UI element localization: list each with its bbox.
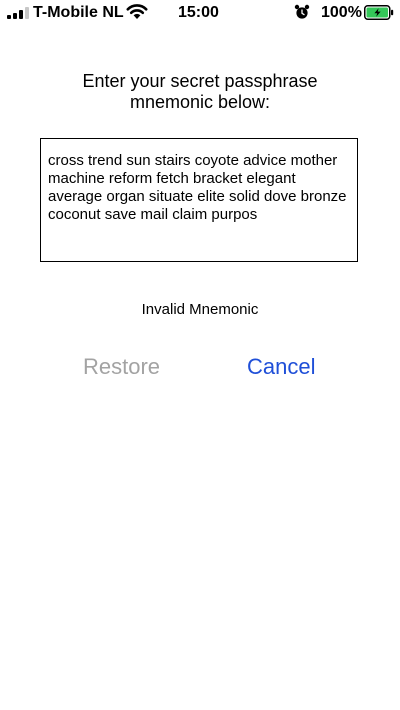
clock-time: 15:00	[178, 4, 219, 21]
prompt-line-2: mnemonic below:	[129, 92, 271, 112]
mnemonic-prompt: Enter your secret passphrase mnemonic be…	[0, 71, 400, 113]
validation-message: Invalid Mnemonic	[141, 301, 259, 318]
status-bar: T-Mobile NL 15:00 100%	[0, 0, 400, 26]
battery-icon	[364, 5, 394, 20]
carrier-name: T-Mobile NL	[33, 4, 124, 21]
wifi-icon	[126, 4, 148, 19]
prompt-line-1: Enter your secret passphrase	[82, 71, 318, 91]
battery-percentage: 100%	[321, 4, 362, 21]
signal-icon	[7, 7, 29, 19]
cancel-button[interactable]: Cancel	[247, 353, 315, 381]
alarm-icon	[294, 4, 310, 19]
mnemonic-input[interactable]: cross trend sun stairs coyote advice mot…	[40, 138, 358, 262]
restore-button[interactable]: Restore	[83, 353, 160, 381]
